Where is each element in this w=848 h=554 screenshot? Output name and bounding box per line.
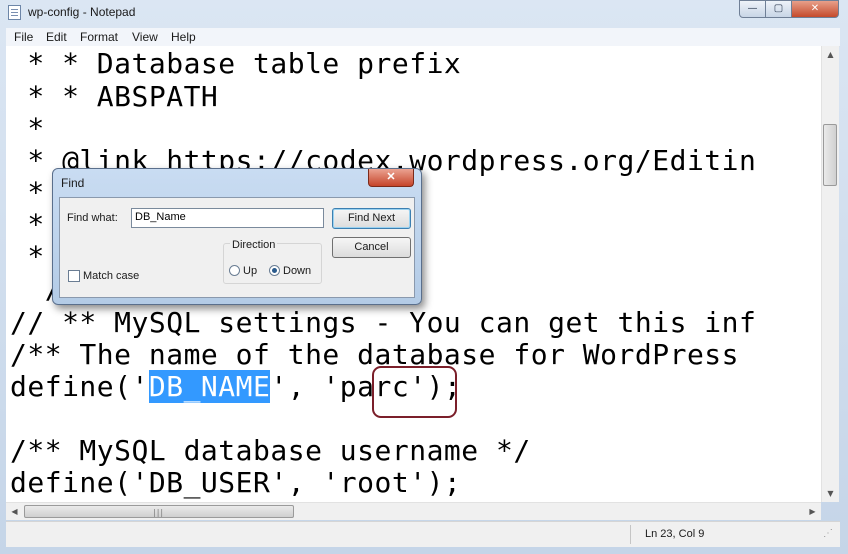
status-bar: Ln 23, Col 9 ⋰ xyxy=(6,521,840,547)
annotation-highlight-box xyxy=(372,366,457,418)
menu-view[interactable]: View xyxy=(132,30,158,44)
menu-bar: File Edit Format View Help xyxy=(6,28,840,47)
code-line: * xyxy=(10,112,45,145)
selected-text: DB_NAME xyxy=(148,370,271,403)
cancel-button[interactable]: Cancel xyxy=(332,237,411,258)
direction-down-radio[interactable] xyxy=(269,265,280,276)
horizontal-scroll-thumb[interactable]: ||| xyxy=(24,505,294,518)
find-next-button[interactable]: Find Next xyxy=(332,208,411,229)
match-case-checkbox[interactable] xyxy=(68,270,80,282)
direction-label: Direction xyxy=(230,239,278,251)
scroll-left-arrow-icon[interactable]: ◀ xyxy=(6,503,23,520)
code-line: * xyxy=(10,240,45,273)
code-line: * xyxy=(10,176,45,209)
code-line: * * Database table prefix xyxy=(10,47,462,80)
title-bar[interactable]: wp-config - Notepad — ▢ ✕ xyxy=(0,0,848,27)
direction-down-label[interactable]: Down xyxy=(283,265,311,277)
find-dialog-close-button[interactable]: ✕ xyxy=(368,169,414,187)
match-case-label[interactable]: Match case xyxy=(83,270,139,282)
close-button[interactable]: ✕ xyxy=(791,0,839,18)
direction-up-label[interactable]: Up xyxy=(243,265,257,277)
code-line: * * ABSPATH xyxy=(10,80,219,113)
scroll-right-arrow-icon[interactable]: ▶ xyxy=(804,503,821,520)
maximize-button[interactable]: ▢ xyxy=(765,0,792,18)
notepad-app-icon xyxy=(8,5,21,20)
scroll-up-arrow-icon[interactable]: ▲ xyxy=(822,46,839,63)
find-what-label: Find what: xyxy=(67,212,118,224)
find-dialog-body: Find what: DB_Name Find Next Cancel Dire… xyxy=(59,197,415,298)
find-dialog: Find ✕ Find what: DB_Name Find Next Canc… xyxy=(52,168,422,305)
code-line: define('DB_USER', 'root'); xyxy=(10,466,462,499)
code-text: define(' xyxy=(10,370,149,403)
menu-file[interactable]: File xyxy=(14,30,33,44)
code-line: // ** MySQL settings - You can get this … xyxy=(10,306,757,339)
scroll-down-arrow-icon[interactable]: ▼ xyxy=(822,485,839,502)
window-title: wp-config - Notepad xyxy=(28,5,136,19)
vertical-scroll-thumb[interactable] xyxy=(823,124,837,186)
minimize-button[interactable]: — xyxy=(739,0,766,18)
code-line: /** The name of the database for WordPre… xyxy=(10,338,740,371)
code-line: /** MySQL database username */ xyxy=(10,434,531,467)
grip-icon: ||| xyxy=(153,508,165,517)
menu-format[interactable]: Format xyxy=(80,30,118,44)
menu-help[interactable]: Help xyxy=(171,30,196,44)
menu-edit[interactable]: Edit xyxy=(46,30,67,44)
find-dialog-title: Find xyxy=(61,176,85,190)
cursor-position: Ln 23, Col 9 xyxy=(645,528,705,540)
vertical-scrollbar[interactable]: ▲ ▼ xyxy=(821,46,839,502)
find-what-input[interactable]: DB_Name xyxy=(131,208,324,228)
direction-up-radio[interactable] xyxy=(229,265,240,276)
code-line: * xyxy=(10,208,45,241)
status-divider xyxy=(630,525,631,544)
horizontal-scrollbar[interactable]: ◀ ||| ▶ xyxy=(6,502,821,520)
resize-grip-icon[interactable]: ⋰ xyxy=(823,528,833,539)
